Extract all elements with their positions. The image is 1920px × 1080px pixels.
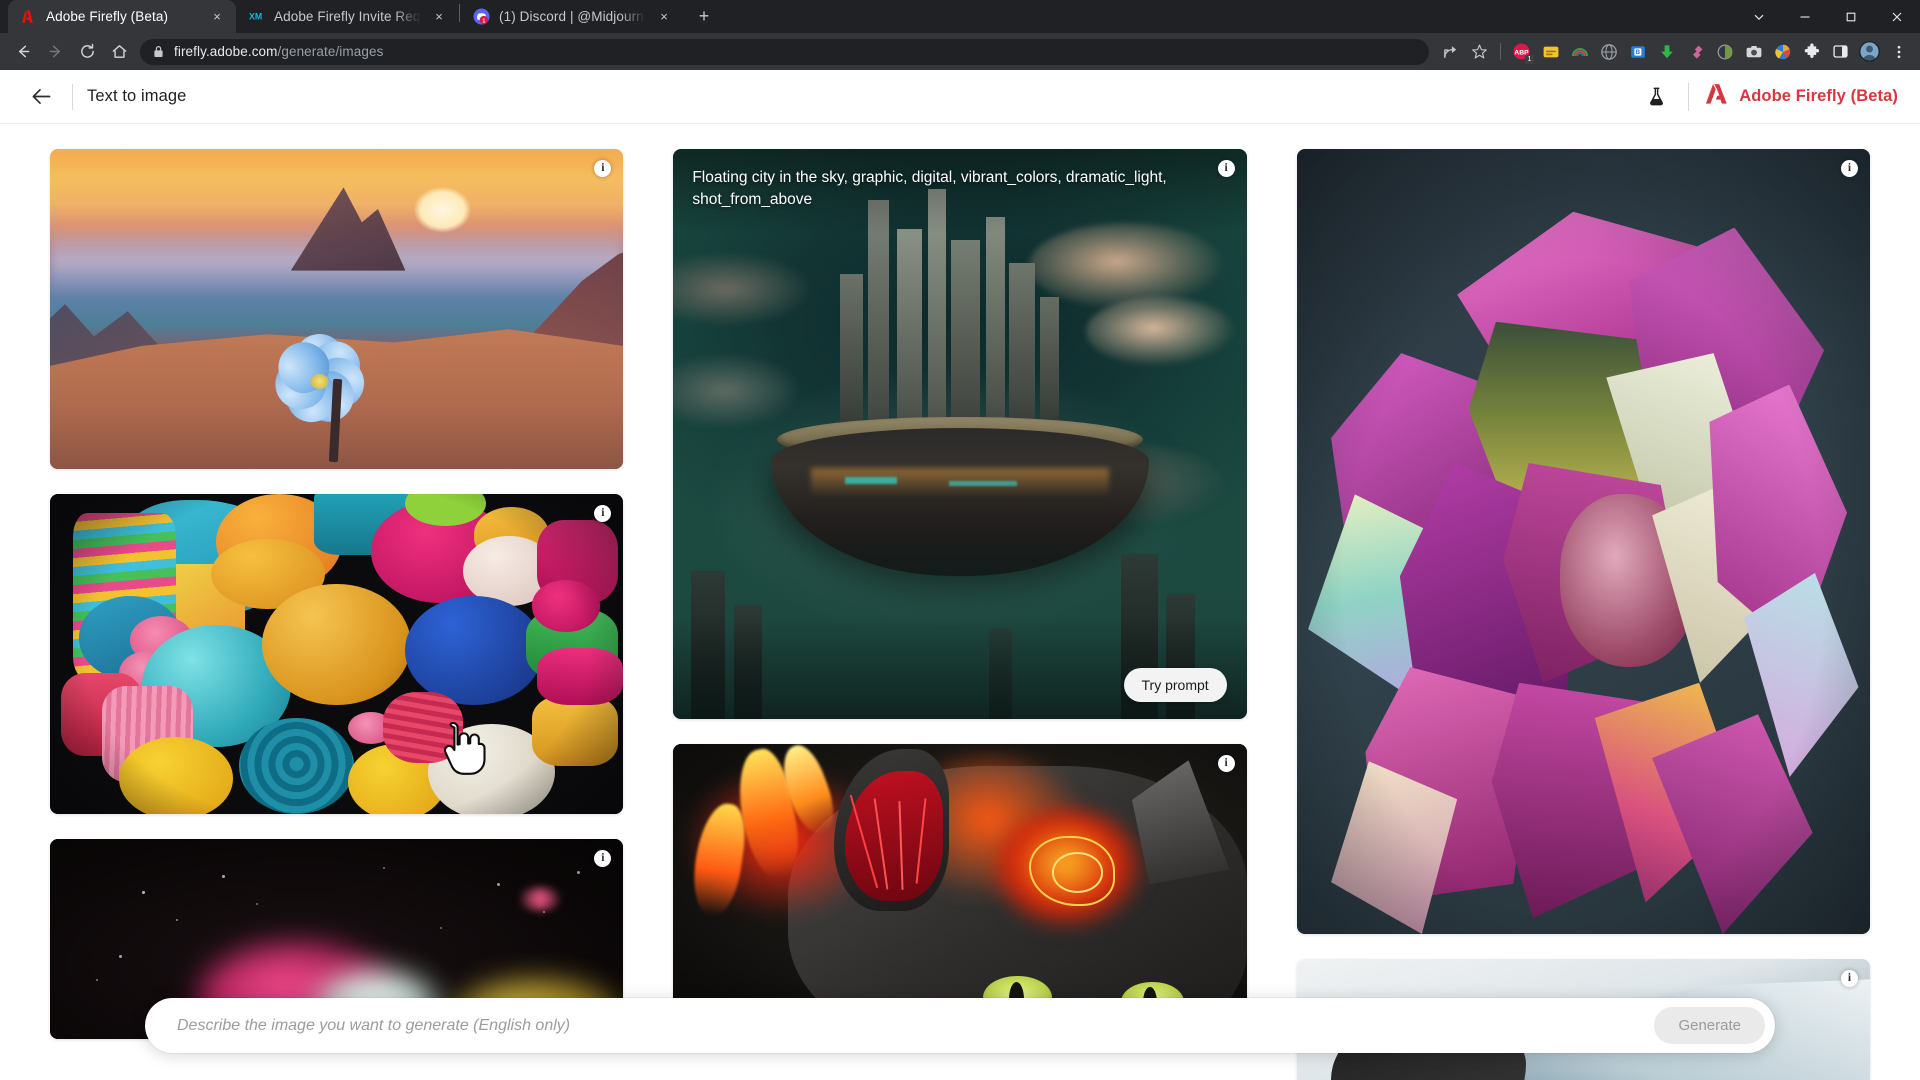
beaker-icon[interactable]: [1638, 79, 1674, 115]
lens-extension-icon[interactable]: [1711, 38, 1738, 65]
back-button[interactable]: [8, 37, 38, 67]
image-gallery: i i i Floating city in the sky, graphic,…: [0, 124, 1920, 1080]
svg-text:B: B: [1635, 49, 1640, 56]
camera-screenshot-extension-icon[interactable]: [1740, 38, 1767, 65]
tab-title: Adobe Firefly Invite Request Form: [274, 9, 421, 24]
sidepanel-icon[interactable]: [1827, 38, 1854, 65]
browser-tab-firefly[interactable]: Adobe Firefly (Beta) ×: [8, 0, 236, 33]
gallery-card-floating-city[interactable]: Floating city in the sky, graphic, digit…: [673, 149, 1247, 719]
discord-icon: 1: [473, 8, 490, 25]
window-controls: [1736, 0, 1920, 33]
artwork-fire-cat: [673, 744, 1247, 1014]
svg-text:XM: XM: [249, 12, 262, 22]
gallery-card-paper-spheres[interactable]: i: [50, 494, 624, 814]
browser-tab-invite-form[interactable]: XM Adobe Firefly Invite Request Form ×: [236, 0, 458, 33]
tab-strip: Adobe Firefly (Beta) × XM Adobe Firefly …: [0, 0, 1920, 33]
abp-adblock-extension-icon[interactable]: ABP 1: [1508, 38, 1535, 65]
prompt-input[interactable]: [177, 1016, 1655, 1035]
browser-toolbar: firefly.adobe.com/generate/images ABP 1: [0, 33, 1920, 70]
address-bar[interactable]: firefly.adobe.com/generate/images: [140, 38, 1429, 65]
color-wheel-extension-icon[interactable]: [1769, 38, 1796, 65]
back-arrow-icon[interactable]: [24, 80, 58, 114]
tab-divider: [459, 4, 460, 22]
blue-bookmark-extension-icon[interactable]: B: [1624, 38, 1651, 65]
artwork-paper-spheres: [50, 494, 624, 814]
artwork-origami-rose: [1296, 149, 1870, 934]
gallery-card-origami-rose[interactable]: i: [1296, 149, 1870, 934]
firefly-app: Text to image Adobe Firefly (Beta) i i i…: [0, 70, 1920, 1080]
header-right-group: Adobe Firefly (Beta): [1638, 79, 1898, 115]
yellow-notes-extension-icon[interactable]: [1537, 38, 1564, 65]
adobe-firefly-logo: [1705, 83, 1730, 110]
maximize-button[interactable]: [1828, 0, 1874, 33]
url-domain: firefly.adobe.com: [174, 44, 278, 59]
artwork-floating-city: [673, 149, 1247, 719]
tab-close-button[interactable]: ×: [208, 8, 226, 26]
tab-close-button[interactable]: ×: [655, 8, 673, 26]
brand-name: Adobe Firefly (Beta): [1739, 87, 1898, 105]
tab-title: Adobe Firefly (Beta): [46, 9, 169, 24]
svg-text:1: 1: [482, 18, 485, 24]
browser-tab-discord[interactable]: 1 (1) Discord | @Midjourney Bot ×: [461, 0, 683, 33]
pink-cursor-extension-icon[interactable]: [1682, 38, 1709, 65]
new-tab-button[interactable]: +: [690, 2, 718, 30]
home-button[interactable]: [104, 37, 134, 67]
lock-icon: [153, 45, 165, 58]
firefly-icon: [20, 8, 37, 25]
bookmark-star-icon[interactable]: [1466, 38, 1493, 65]
abp-badge-count: 1: [1525, 55, 1534, 64]
gallery-column-right: i i: [1296, 149, 1870, 1080]
close-window-button[interactable]: [1874, 0, 1920, 33]
globe-extension-icon[interactable]: [1595, 38, 1622, 65]
xm-icon: XM: [248, 8, 265, 25]
prompt-bar: Generate: [145, 998, 1775, 1053]
share-icon[interactable]: [1437, 38, 1464, 65]
browser-window: Adobe Firefly (Beta) × XM Adobe Firefly …: [0, 0, 1920, 1080]
puzzle-extensions-icon[interactable]: [1798, 38, 1825, 65]
generate-button[interactable]: Generate: [1654, 1007, 1765, 1044]
reload-button[interactable]: [72, 37, 102, 67]
info-icon[interactable]: i: [1217, 160, 1235, 177]
minimize-button[interactable]: [1782, 0, 1828, 33]
tab-close-button[interactable]: ×: [430, 8, 448, 26]
url-text: firefly.adobe.com/generate/images: [174, 44, 383, 59]
info-icon[interactable]: i: [1217, 755, 1235, 772]
tab-title: (1) Discord | @Midjourney Bot: [499, 9, 646, 24]
profile-avatar[interactable]: [1856, 38, 1883, 65]
url-path: /generate/images: [277, 44, 384, 59]
brand-lockup[interactable]: Adobe Firefly (Beta): [1705, 83, 1898, 110]
chrome-menu-icon[interactable]: [1885, 38, 1912, 65]
gallery-column-middle: Floating city in the sky, graphic, digit…: [673, 149, 1247, 1080]
page-title: Text to image: [87, 87, 187, 105]
info-icon[interactable]: i: [1840, 970, 1858, 987]
gallery-column-left: i i i: [50, 149, 624, 1080]
tab-search-chevron-icon[interactable]: [1736, 0, 1782, 33]
toolbar-icon-group: ABP 1 B: [1437, 38, 1912, 65]
app-header: Text to image Adobe Firefly (Beta): [0, 70, 1920, 124]
green-download-extension-icon[interactable]: [1653, 38, 1680, 65]
forward-button[interactable]: [40, 37, 70, 67]
header-divider-2: [1688, 82, 1690, 111]
try-prompt-button[interactable]: Try prompt: [1123, 668, 1227, 702]
rainbow-extension-icon[interactable]: [1566, 38, 1593, 65]
toolbar-divider: [1500, 43, 1501, 60]
header-divider: [72, 83, 73, 110]
card-prompt-text: Floating city in the sky, graphic, digit…: [673, 149, 1247, 234]
info-icon[interactable]: i: [1840, 160, 1858, 177]
artwork-desert-flower: [50, 149, 624, 469]
gallery-card-fire-cat[interactable]: i: [673, 744, 1247, 1014]
gallery-card-desert-flower[interactable]: i: [50, 149, 624, 469]
